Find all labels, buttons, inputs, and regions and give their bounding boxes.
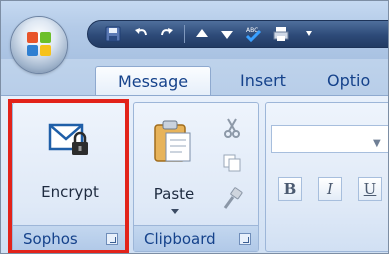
tab-message[interactable]: Message — [95, 66, 211, 95]
outlook-window: ABC Message Insert Optio Encrypt Sophos … — [0, 0, 389, 254]
tab-insert[interactable]: Insert — [223, 66, 303, 95]
chevron-down-icon[interactable]: ▼ — [373, 138, 381, 149]
tab-label: Insert — [240, 71, 286, 90]
office-button[interactable] — [11, 17, 67, 73]
paste-icon — [154, 120, 191, 162]
group-title: Clipboard — [144, 229, 216, 248]
tab-label: Optio — [327, 71, 371, 90]
dialog-launcher-icon[interactable] — [239, 233, 251, 245]
underline-button[interactable]: U — [358, 177, 382, 201]
group-clipboard: Paste Clipboard — [133, 102, 259, 252]
save-icon[interactable] — [102, 23, 124, 45]
paste-button[interactable]: Paste — [138, 107, 210, 219]
down-arrow-icon[interactable] — [216, 23, 238, 45]
toolbar-separator — [184, 25, 185, 43]
print-icon[interactable] — [270, 23, 292, 45]
font-name-box[interactable] — [271, 125, 388, 153]
format-painter-icon[interactable] — [220, 187, 244, 211]
group-label-clipboard: Clipboard — [134, 225, 258, 251]
cut-icon[interactable] — [222, 117, 242, 139]
tab-options[interactable]: Optio — [327, 66, 388, 95]
highlight-box — [8, 99, 129, 253]
office-logo-icon — [27, 32, 51, 56]
undo-icon[interactable] — [130, 23, 152, 45]
more-commands-icon[interactable] — [298, 23, 320, 45]
paste-label: Paste — [153, 185, 195, 203]
spelling-icon[interactable]: ABC — [242, 23, 264, 45]
bold-button[interactable]: B — [278, 177, 302, 201]
quick-access-toolbar: ABC — [87, 20, 388, 48]
up-arrow-icon[interactable] — [191, 23, 213, 45]
italic-button[interactable]: I — [318, 177, 342, 201]
chevron-down-icon[interactable] — [171, 209, 179, 214]
copy-icon[interactable] — [222, 153, 242, 173]
redo-icon[interactable] — [156, 23, 178, 45]
tab-label: Message — [117, 71, 189, 91]
